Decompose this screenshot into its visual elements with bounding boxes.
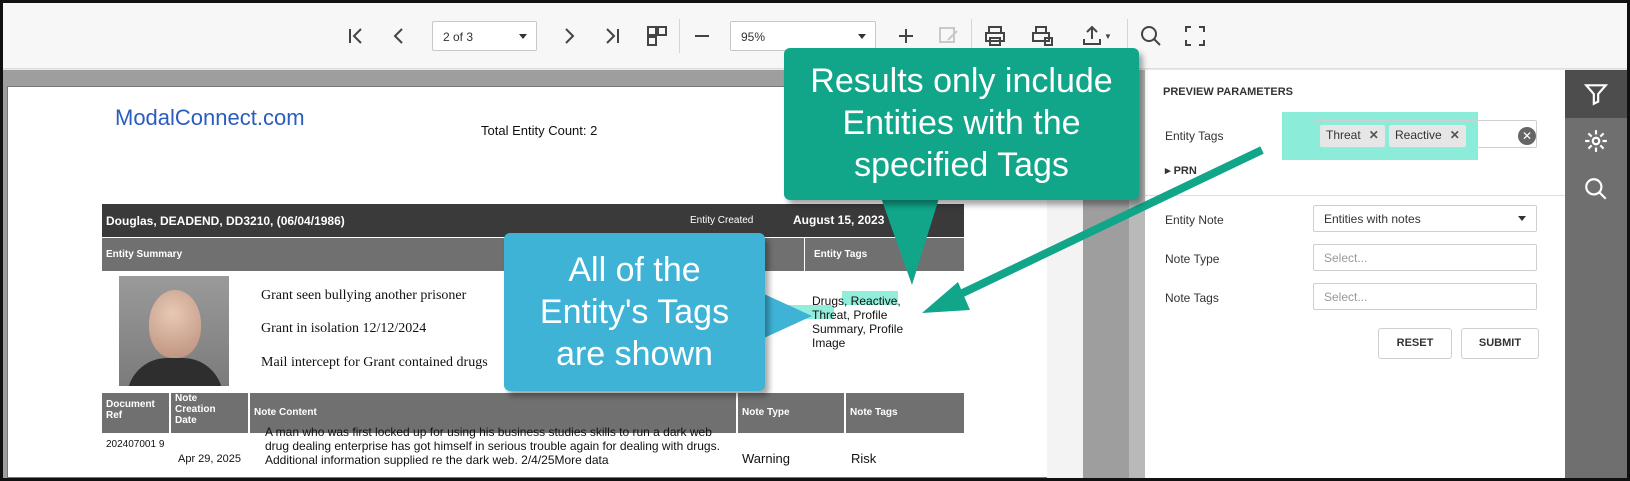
cell-date: Apr 29, 2025	[178, 453, 241, 465]
entity-name: Douglas, DEADEND, DD3210, (06/04/1986)	[106, 214, 345, 228]
column-header-doc-ref: Document Ref	[102, 393, 169, 433]
cell-content: A man who was first locked up for using …	[265, 425, 720, 467]
reset-button[interactable]: RESET	[1378, 328, 1452, 359]
filter-icon[interactable]	[1583, 81, 1609, 107]
next-page-icon[interactable]	[554, 21, 584, 51]
note-tags-select[interactable]: Select...	[1313, 283, 1537, 310]
cell-tags: Risk	[851, 451, 877, 466]
entity-note-select[interactable]: Entities with notes	[1313, 205, 1537, 232]
callout-text: All of the	[568, 251, 701, 289]
prn-section-toggle[interactable]: ▸ PRN	[1165, 164, 1197, 177]
chevron-down-icon	[1518, 216, 1526, 221]
entity-created-date: August 15, 2023	[793, 213, 885, 227]
zoom-out-icon[interactable]	[687, 21, 717, 51]
report-logo: ModalConnect.com	[115, 105, 305, 130]
header-divider	[804, 238, 805, 271]
chevron-down-icon	[858, 34, 866, 39]
cell-type: Warning	[742, 451, 790, 466]
column-header-tags: Note Tags	[846, 393, 964, 433]
column-header-date: Note Creation Date	[171, 393, 248, 433]
cell-doc-ref: 202407001 9	[106, 439, 165, 450]
export-icon[interactable]: ▼	[1076, 21, 1116, 51]
clear-tags-icon[interactable]: ✕	[1518, 127, 1536, 145]
entity-tags-label: Entity Tags	[1165, 129, 1224, 143]
last-page-icon[interactable]	[597, 21, 627, 51]
zoom-in-icon[interactable]	[891, 21, 921, 51]
edit-icon	[934, 21, 964, 51]
toolbar-divider	[679, 19, 680, 53]
note-type-label: Note Type	[1165, 252, 1220, 266]
callout-text: are shown	[556, 335, 713, 373]
entity-note-label: Entity Note	[1165, 213, 1224, 227]
submit-button[interactable]: SUBMIT	[1461, 328, 1539, 359]
column-header-type: Note Type	[738, 393, 844, 433]
summary-note: Grant in isolation 12/12/2024	[261, 321, 427, 336]
entity-tags-list: Drugs, Reactive, Threat, Profile Summary…	[812, 294, 904, 350]
note-tags-label: Note Tags	[1165, 291, 1219, 305]
preview-parameters-panel: PREVIEW PARAMETERS Entity Tags Threat ✕ R…	[1145, 70, 1565, 478]
entity-count: Total Entity Count: 2	[481, 123, 598, 138]
zoom-select[interactable]: 95%	[730, 21, 876, 51]
prev-page-icon[interactable]	[384, 21, 414, 51]
gear-icon[interactable]	[1583, 128, 1609, 154]
page-select-value: 2 of 3	[443, 30, 474, 44]
first-page-icon[interactable]	[341, 21, 371, 51]
search-icon[interactable]	[1583, 176, 1609, 202]
callout-all-tags: All of the Entity's Tags are shown	[504, 233, 765, 391]
fullscreen-icon[interactable]	[1180, 21, 1210, 51]
chevron-down-icon	[519, 34, 527, 39]
multipage-icon[interactable]	[642, 21, 672, 51]
search-icon[interactable]	[1136, 21, 1166, 51]
print-page-icon[interactable]	[1027, 21, 1057, 51]
callout-text: specified Tags	[854, 146, 1069, 184]
summary-note: Mail intercept for Grant contained drugs	[261, 355, 488, 370]
callout-results-tags: Results only include Entities with the s…	[784, 48, 1139, 200]
tag-chip-reactive[interactable]: Reactive ✕	[1389, 125, 1466, 147]
entity-created-label: Entity Created	[690, 215, 754, 226]
zoom-select-value: 95%	[741, 30, 766, 44]
callout-text: Results only include	[810, 62, 1113, 100]
side-rail	[1565, 70, 1627, 478]
tags-header-label: Entity Tags	[814, 249, 868, 260]
page-select[interactable]: 2 of 3	[432, 21, 537, 51]
summary-header-label: Entity Summary	[106, 249, 183, 260]
note-type-select[interactable]: Select...	[1313, 244, 1537, 271]
print-icon[interactable]	[980, 21, 1010, 51]
close-icon[interactable]: ✕	[1450, 128, 1460, 142]
tag-chip-threat[interactable]: Threat ✕	[1320, 125, 1385, 147]
close-icon[interactable]: ✕	[1369, 128, 1379, 142]
summary-note: Grant seen bullying another prisoner	[261, 288, 467, 303]
panel-divider	[1145, 195, 1565, 196]
callout-text: Entity's Tags	[539, 293, 730, 331]
callout-text: Entities with the	[842, 104, 1081, 142]
panel-title: PREVIEW PARAMETERS	[1163, 86, 1293, 98]
profile-image	[119, 276, 229, 386]
